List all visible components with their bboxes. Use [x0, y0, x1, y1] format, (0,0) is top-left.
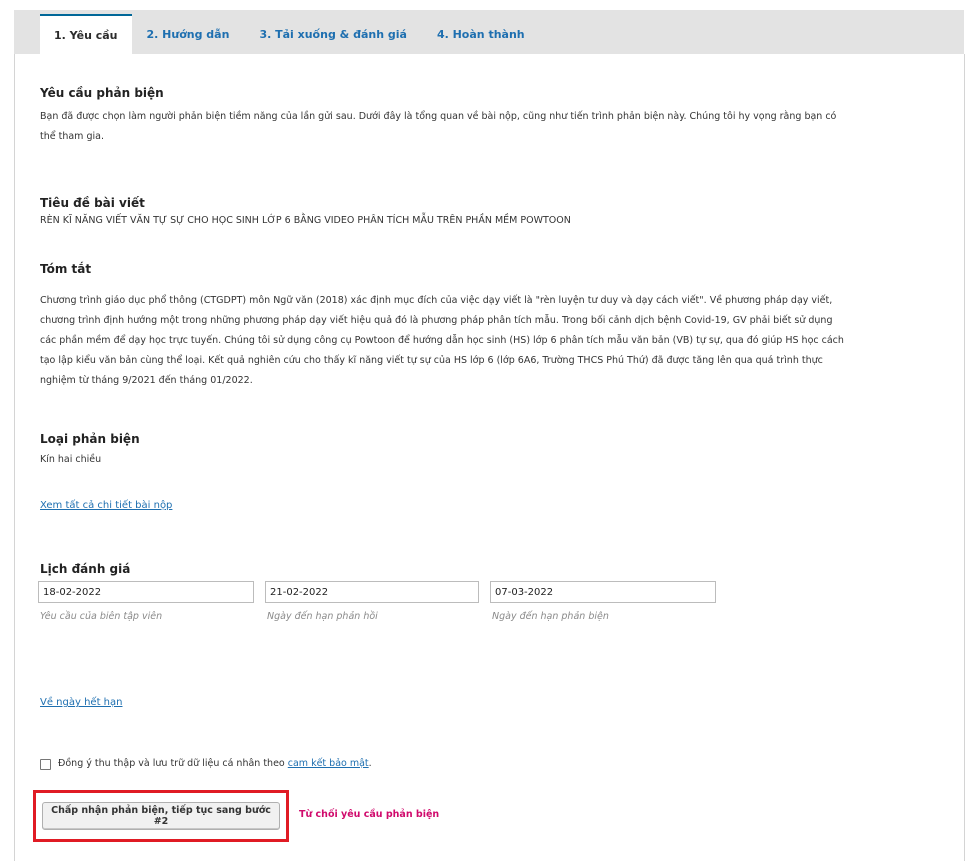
abstract-heading: Tóm tắt: [40, 262, 92, 276]
review-type-heading: Loại phản biện: [40, 432, 140, 446]
review-request-page: 1. Yêu cầu 2. Hướng dẫn 3. Tải xuống & đ…: [0, 0, 972, 861]
tab-completion[interactable]: 4. Hoàn thành: [422, 14, 540, 54]
review-schedule-heading: Lịch đánh giá: [40, 562, 131, 576]
about-due-dates-link[interactable]: Về ngày hết hạn: [40, 697, 122, 708]
abstract-line: các phần mềm để dạy học trực tuyến. Chún…: [40, 335, 844, 346]
decline-review-link[interactable]: Từ chối yêu cầu phản biện: [299, 809, 439, 820]
abstract-line: Chương trình giáo dục phổ thông (CTGDPT)…: [40, 295, 833, 306]
privacy-consent-label: Đồng ý thu thập và lưu trữ dữ liệu cá nh…: [58, 758, 372, 769]
request-text-line-1: Bạn đã được chọn làm người phản biện tiề…: [40, 111, 837, 122]
privacy-consent-text: Đồng ý thu thập và lưu trữ dữ liệu cá nh…: [58, 758, 285, 769]
abstract-line: tạo lập kiểu văn bản cùng thể loại. Kết …: [40, 355, 823, 366]
accept-review-button[interactable]: Chấp nhận phản biện, tiếp tục sang bước …: [42, 802, 280, 830]
request-description: Bạn đã được chọn làm người phản biện tiề…: [40, 107, 950, 147]
request-heading: Yêu cầu phản biện: [40, 86, 164, 100]
privacy-consent-checkbox[interactable]: [40, 759, 51, 770]
article-title-heading: Tiêu đề bài viết: [40, 196, 145, 210]
privacy-consent-suffix: .: [368, 758, 372, 769]
abstract-line: chương trình định hướng một trong những …: [40, 315, 833, 326]
tab-guidelines[interactable]: 2. Hướng dẫn: [132, 14, 245, 54]
review-type-value: Kín hai chiều: [40, 454, 102, 465]
editor-request-date-field[interactable]: [38, 581, 254, 603]
review-due-date-label: Ngày đến hạn phản biện: [492, 611, 609, 622]
step-tabs: 1. Yêu cầu 2. Hướng dẫn 3. Tải xuống & đ…: [40, 14, 540, 54]
privacy-statement-link[interactable]: cam kết bảo mật: [288, 758, 369, 769]
request-text-line-2: thể tham gia.: [40, 131, 104, 142]
response-due-date-field[interactable]: [265, 581, 479, 603]
tab-download-review[interactable]: 3. Tải xuống & đánh giá: [244, 14, 422, 54]
view-submission-details-link[interactable]: Xem tất cả chi tiết bài nộp: [40, 500, 172, 511]
tab-panel: [14, 54, 965, 861]
editor-request-date-label: Yêu cầu của biên tập viên: [40, 611, 163, 622]
abstract-text: Chương trình giáo dục phổ thông (CTGDPT)…: [40, 291, 955, 391]
response-due-date-label: Ngày đến hạn phản hồi: [267, 611, 378, 622]
abstract-line: nghiệm từ tháng 9/2021 đến tháng 01/2022…: [40, 375, 253, 386]
tab-request[interactable]: 1. Yêu cầu: [40, 14, 132, 54]
review-due-date-field[interactable]: [490, 581, 716, 603]
article-title: RÈN KĨ NĂNG VIẾT VĂN TỰ SỰ CHO HỌC SINH …: [40, 215, 571, 226]
